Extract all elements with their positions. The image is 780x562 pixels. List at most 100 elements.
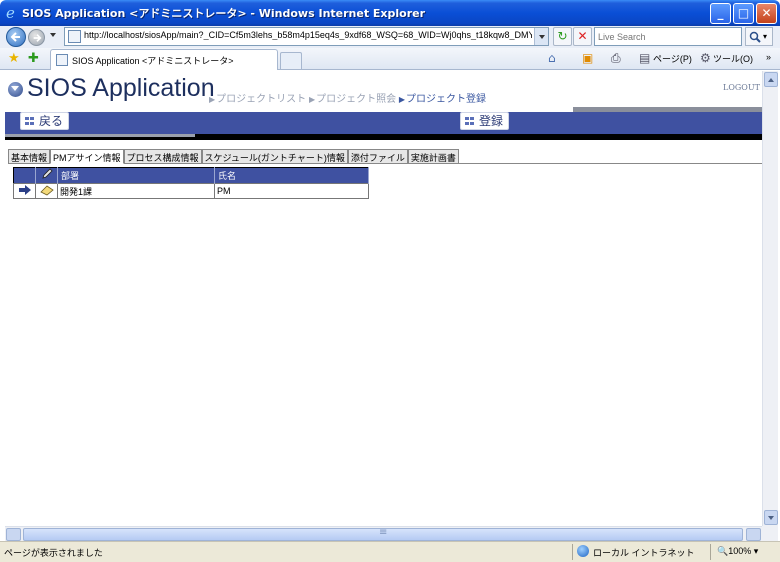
forward-arrow-icon xyxy=(33,34,42,42)
row-select-cell[interactable] xyxy=(13,183,36,199)
window-title-bar[interactable]: e SIOS Application <アドミニストレータ> - Windows… xyxy=(0,0,780,26)
search-input[interactable] xyxy=(598,29,738,44)
grid-icon xyxy=(465,117,475,126)
row-edit-cell[interactable] xyxy=(35,183,58,199)
refresh-icon: ↻ xyxy=(557,29,568,43)
app-title: SIOS Application xyxy=(27,74,215,102)
minimize-icon: _ xyxy=(717,6,724,20)
tab-pm-assign[interactable]: PMアサイン情報 xyxy=(50,149,124,164)
page-menu[interactable]: ページ(P) xyxy=(653,52,692,65)
zoom-label: 🔍100% ▾ xyxy=(717,546,759,556)
horizontal-scrollbar[interactable] xyxy=(5,526,762,541)
url-text[interactable]: http://localhost/siosApp/main?_CID=Cf5m3… xyxy=(84,30,532,40)
url-dropdown-button[interactable] xyxy=(534,28,548,45)
tab-and-command-bar: ★ ✚ SIOS Application <アドミニストレータ> ⌂ ▣ ⎙ ▤… xyxy=(0,48,780,70)
action-band-divider-bottom xyxy=(5,137,762,140)
zoom-control[interactable]: 🔍100% ▾ xyxy=(710,544,778,560)
tab-schedule[interactable]: スケジュール(ガントチャート)情報 xyxy=(201,149,348,164)
vertical-scrollbar[interactable] xyxy=(762,71,778,526)
header-department: 部署 xyxy=(57,167,215,184)
app-header: SIOS Application ▶プロジェクトリスト ▶プロジェクト照会 ▶プ… xyxy=(5,71,762,107)
status-text: ページが表示されました xyxy=(4,548,103,558)
header-blank xyxy=(13,167,36,184)
app-logo-icon xyxy=(8,82,23,97)
tab-basic-info[interactable]: 基本情報 xyxy=(8,149,51,164)
breadcrumb-item-project-inquiry[interactable]: プロジェクト照会 xyxy=(316,94,396,105)
scrollbar-corner xyxy=(762,526,778,541)
back-arrow-icon xyxy=(10,32,20,42)
breadcrumb-arrow-icon: ▶ xyxy=(398,95,406,104)
zone-label: ローカル イントラネット xyxy=(593,548,695,558)
grid-icon xyxy=(25,117,35,126)
stop-icon: ✕ xyxy=(577,29,588,43)
new-tab-button[interactable] xyxy=(280,52,302,69)
stop-button[interactable]: ✕ xyxy=(573,27,592,46)
back-nav-button[interactable] xyxy=(6,27,26,47)
browser-tab[interactable]: SIOS Application <アドミニストレータ> xyxy=(50,49,278,70)
address-bar: http://localhost/siosApp/main?_CID=Cf5m3… xyxy=(0,26,780,48)
ie-logo-icon: e xyxy=(6,4,15,20)
maximize-icon: □ xyxy=(737,6,750,20)
breadcrumb-arrow-icon: ▶ xyxy=(209,95,216,104)
search-icon xyxy=(749,31,761,43)
page-icon xyxy=(68,30,81,43)
recent-pages-dropdown[interactable] xyxy=(50,33,56,37)
breadcrumb-arrow-icon: ▶ xyxy=(308,95,316,104)
action-band: 戻る 登録 xyxy=(5,107,762,140)
cell-department: 開発1課 xyxy=(57,183,215,199)
add-favorite-icon[interactable]: ✚ xyxy=(28,51,39,66)
tab-process-config[interactable]: プロセス構成情報 xyxy=(123,149,202,164)
url-field[interactable]: http://localhost/siosApp/main?_CID=Cf5m3… xyxy=(64,27,549,46)
scroll-left-icon[interactable] xyxy=(6,528,21,541)
back-button[interactable]: 戻る xyxy=(20,112,70,130)
register-button[interactable]: 登録 xyxy=(460,112,510,130)
search-box[interactable] xyxy=(594,27,742,46)
breadcrumb-item-project-list[interactable]: プロジェクトリスト xyxy=(216,94,306,105)
tools-gear-icon: ⚙ xyxy=(700,51,711,65)
back-button-label: 戻る xyxy=(39,114,64,128)
header-edit-col xyxy=(35,167,58,184)
minimize-button[interactable]: _ xyxy=(710,3,731,24)
pencil-icon xyxy=(41,168,53,179)
close-window-button[interactable]: ✕ xyxy=(756,3,777,24)
eraser-icon xyxy=(39,184,54,195)
security-zone[interactable]: ローカル イントラネット xyxy=(572,544,702,560)
page-viewport: SIOS Application ▶プロジェクトリスト ▶プロジェクト照会 ▶プ… xyxy=(5,71,762,526)
arrow-right-icon xyxy=(18,185,31,195)
table-header-row: 部署 氏名 xyxy=(13,167,369,184)
table-row[interactable]: 開発1課 PM xyxy=(13,183,369,199)
svg-text:e: e xyxy=(6,4,15,20)
tab-page-icon xyxy=(56,54,68,66)
cell-name: PM xyxy=(214,183,369,199)
zoom-value: 100% xyxy=(728,546,752,556)
action-band-top-gray xyxy=(573,107,762,112)
info-tabs: 基本情報 PMアサイン情報 プロセス構成情報 スケジュール(ガントチャート)情報 添付フ… xyxy=(8,149,459,164)
scroll-up-icon[interactable] xyxy=(764,72,778,87)
logout-link[interactable]: LOGOUT xyxy=(723,83,760,92)
close-icon: ✕ xyxy=(761,6,772,20)
browser-tab-label: SIOS Application <アドミニストレータ> xyxy=(72,56,234,66)
page-menu-icon: ▤ xyxy=(639,51,651,65)
tab-implementation-plan[interactable]: 実施計画書 xyxy=(407,149,459,164)
scroll-thumb[interactable] xyxy=(23,527,743,541)
scroll-down-icon[interactable] xyxy=(764,510,778,525)
favorites-star-icon[interactable]: ★ xyxy=(8,51,20,66)
status-bar: ページが表示されました ローカル イントラネット 🔍100% ▾ xyxy=(0,541,780,562)
forward-nav-button[interactable] xyxy=(28,29,45,46)
home-icon[interactable]: ⌂ xyxy=(548,51,556,65)
tab-attachments[interactable]: 添付ファイル xyxy=(347,149,408,164)
intranet-globe-icon xyxy=(577,545,589,557)
search-button[interactable]: ▾ xyxy=(745,27,773,46)
scroll-right-icon[interactable] xyxy=(746,528,761,541)
maximize-button[interactable]: □ xyxy=(733,3,754,24)
pm-assign-table: 部署 氏名 開発1課 PM xyxy=(13,167,369,199)
more-commands-icon[interactable]: » xyxy=(766,52,771,62)
tools-menu[interactable]: ツール(O) xyxy=(713,52,753,65)
breadcrumb: ▶プロジェクトリスト ▶プロジェクト照会 ▶プロジェクト登録 xyxy=(209,90,486,105)
register-button-label: 登録 xyxy=(479,114,504,128)
print-icon[interactable]: ⎙ xyxy=(611,51,621,66)
header-name: 氏名 xyxy=(214,167,369,184)
refresh-button[interactable]: ↻ xyxy=(553,27,572,46)
breadcrumb-item-project-register: プロジェクト登録 xyxy=(406,94,487,105)
feeds-icon[interactable]: ▣ xyxy=(582,51,593,65)
